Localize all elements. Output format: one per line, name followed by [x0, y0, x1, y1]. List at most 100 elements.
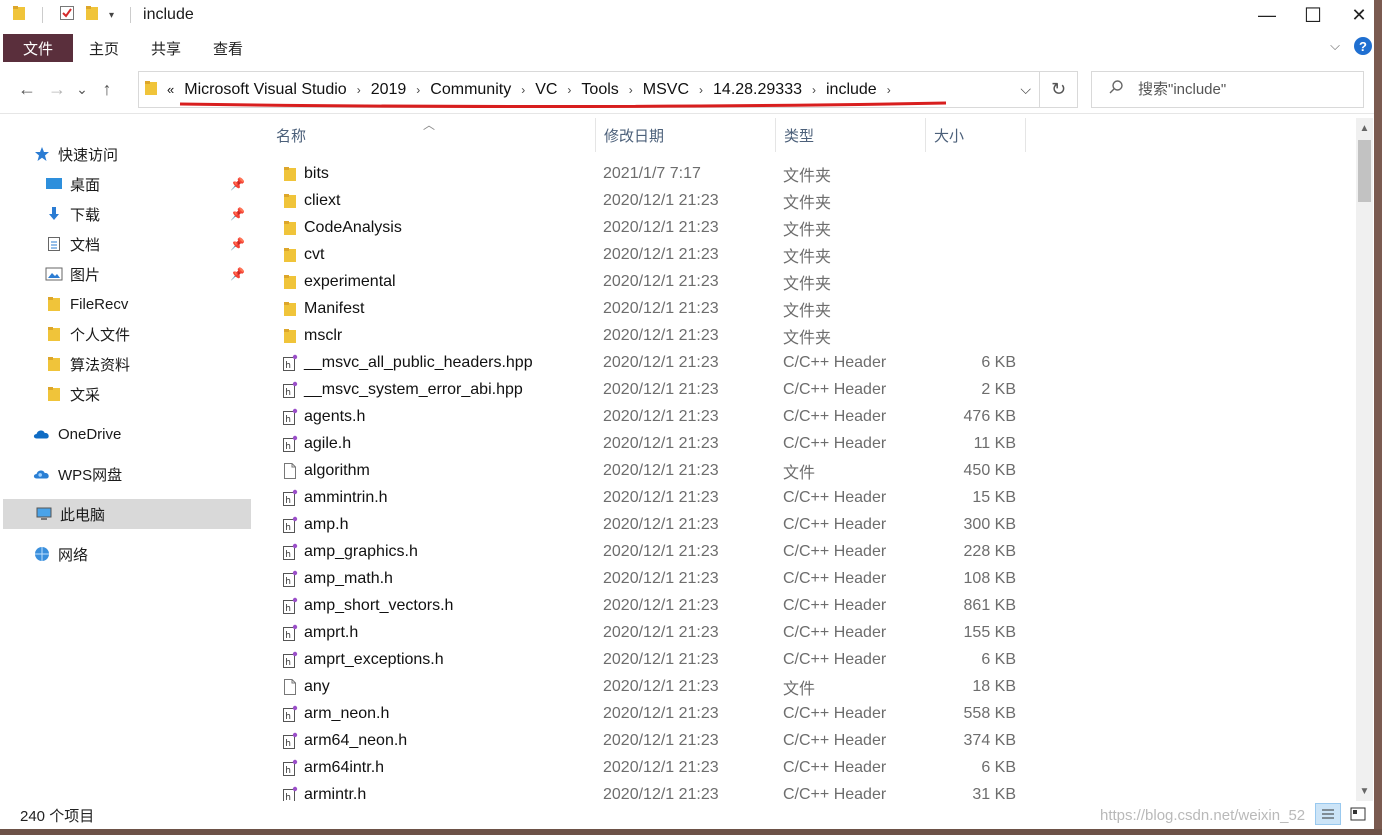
breadcrumb-item[interactable]: 2019: [366, 81, 412, 99]
table-row[interactable]: bits 2021/1/7 7:17 文件夹: [258, 160, 1356, 187]
address-bar[interactable]: « Microsoft Visual Studio › 2019 › Commu…: [138, 71, 1040, 108]
breadcrumb-separator[interactable]: ›: [516, 83, 530, 97]
table-row[interactable]: Manifest 2020/12/1 21:23 文件夹: [258, 295, 1356, 322]
tab-share[interactable]: 共享: [135, 34, 197, 62]
table-row[interactable]: h arm64_neon.h 2020/12/1 21:23 C/C++ Header…: [258, 727, 1356, 754]
header-file-icon: h: [282, 759, 298, 777]
sidebar-item-algorithm-materials[interactable]: 算法资料: [3, 349, 251, 379]
table-row[interactable]: cliext 2020/12/1 21:23 文件夹: [258, 187, 1356, 214]
sidebar-item-network[interactable]: 网络: [3, 539, 251, 569]
sidebar-item-quick-access[interactable]: 快速访问: [3, 139, 251, 169]
minimize-button[interactable]: —: [1244, 0, 1290, 30]
refresh-button[interactable]: ↻: [1040, 71, 1078, 108]
sidebar-item-wps-drive[interactable]: WPS网盘: [3, 459, 251, 489]
sidebar-item-this-pc[interactable]: 此电脑: [3, 499, 251, 529]
table-row[interactable]: msclr 2020/12/1 21:23 文件夹: [258, 322, 1356, 349]
large-icons-view-button[interactable]: [1345, 803, 1371, 825]
table-row[interactable]: cvt 2020/12/1 21:23 文件夹: [258, 241, 1356, 268]
sidebar-item-personal-files[interactable]: 个人文件: [3, 319, 251, 349]
breadcrumb-item[interactable]: Microsoft Visual Studio: [179, 81, 351, 99]
table-row[interactable]: h amp_short_vectors.h 2020/12/1 21:23 C/C++…: [258, 592, 1356, 619]
breadcrumb-separator[interactable]: ›: [882, 83, 896, 97]
large-icons-view-icon: [1350, 807, 1366, 821]
file-icon: [282, 462, 298, 480]
table-row[interactable]: h amp_math.h 2020/12/1 21:23 C/C++ Header 10…: [258, 565, 1356, 592]
column-header-date[interactable]: 修改日期: [596, 118, 776, 152]
tab-home[interactable]: 主页: [73, 34, 135, 62]
breadcrumb-separator[interactable]: ›: [624, 83, 638, 97]
table-row[interactable]: h arm_neon.h 2020/12/1 21:23 C/C++ Header 55…: [258, 700, 1356, 727]
sidebar-item-documents[interactable]: 文档 📌: [3, 229, 251, 259]
scroll-up-icon[interactable]: ▲: [1356, 120, 1373, 136]
search-box[interactable]: [1091, 71, 1364, 108]
breadcrumb-separator[interactable]: ›: [352, 83, 366, 97]
help-icon[interactable]: ?: [1354, 37, 1372, 55]
pin-icon[interactable]: 📌: [230, 177, 245, 191]
breadcrumb-item[interactable]: 14.28.29333: [708, 81, 807, 99]
address-dropdown-icon[interactable]: ⌵: [1020, 81, 1031, 98]
file-type: C/C++ Header: [783, 758, 887, 776]
customize-toolbar-icon[interactable]: ▾: [109, 10, 114, 21]
pin-icon[interactable]: 📌: [230, 237, 245, 251]
breadcrumb-item[interactable]: Tools: [576, 81, 623, 99]
table-row[interactable]: h agents.h 2020/12/1 21:23 C/C++ Header 476 …: [258, 403, 1356, 430]
scroll-thumb[interactable]: [1358, 140, 1371, 202]
table-row[interactable]: h arm64intr.h 2020/12/1 21:23 C/C++ Header 6…: [258, 754, 1356, 781]
column-header-type[interactable]: 类型: [776, 118, 926, 152]
breadcrumb-item[interactable]: MSVC: [638, 81, 694, 99]
file-date: 2020/12/1 21:23: [603, 785, 719, 802]
table-row[interactable]: h armintr.h 2020/12/1 21:23 C/C++ Header 31 …: [258, 781, 1356, 801]
breadcrumb-separator[interactable]: ›: [411, 83, 425, 97]
folder-icon: [45, 356, 63, 372]
table-row[interactable]: any 2020/12/1 21:23 文件 18 KB: [258, 673, 1356, 700]
table-row[interactable]: CodeAnalysis 2020/12/1 21:23 文件夹: [258, 214, 1356, 241]
expand-ribbon-icon[interactable]: ⌵: [1330, 38, 1340, 54]
table-row[interactable]: h __msvc_system_error_abi.hpp 2020/12/1 21…: [258, 376, 1356, 403]
table-row[interactable]: algorithm 2020/12/1 21:23 文件 450 KB: [258, 457, 1356, 484]
breadcrumb-separator[interactable]: ›: [562, 83, 576, 97]
pin-icon[interactable]: 📌: [230, 207, 245, 221]
column-header-name[interactable]: 名称: [268, 118, 596, 152]
breadcrumb-item[interactable]: VC: [530, 81, 562, 99]
table-row[interactable]: h ammintrin.h 2020/12/1 21:23 C/C++ Header 1…: [258, 484, 1356, 511]
maximize-button[interactable]: ☐: [1290, 0, 1336, 30]
sidebar-item-downloads[interactable]: 下载 📌: [3, 199, 251, 229]
tab-view[interactable]: 查看: [197, 34, 259, 62]
search-input[interactable]: [1138, 81, 1338, 98]
table-row[interactable]: h amp_graphics.h 2020/12/1 21:23 C/C++ Head…: [258, 538, 1356, 565]
new-folder-icon[interactable]: [85, 5, 99, 25]
breadcrumb-separator[interactable]: ›: [807, 83, 821, 97]
table-row[interactable]: h amprt.h 2020/12/1 21:23 C/C++ Header 155 K…: [258, 619, 1356, 646]
file-name: __msvc_system_error_abi.hpp: [304, 380, 523, 398]
scroll-down-icon[interactable]: ▼: [1356, 783, 1373, 799]
header-file-icon: h: [282, 651, 298, 669]
breadcrumb-overflow[interactable]: «: [162, 82, 179, 97]
svg-text:h: h: [285, 658, 291, 668]
table-row[interactable]: h amp.h 2020/12/1 21:23 C/C++ Header 300 KB: [258, 511, 1356, 538]
recent-locations-button[interactable]: ⌄: [72, 75, 92, 105]
sidebar-item-desktop[interactable]: 桌面 📌: [3, 169, 251, 199]
sidebar-item-onedrive[interactable]: OneDrive: [3, 419, 251, 449]
sidebar-item-filerecv[interactable]: FileRecv: [3, 289, 251, 319]
sidebar-item-wencai[interactable]: 文采: [3, 379, 251, 409]
vertical-scrollbar[interactable]: ▲ ▼: [1356, 118, 1373, 801]
column-header-size[interactable]: 大小: [926, 118, 1026, 152]
breadcrumb-item[interactable]: include: [821, 81, 882, 99]
file-name: arm64_neon.h: [304, 731, 408, 749]
folder-icon: [282, 165, 298, 183]
forward-button[interactable]: →: [42, 75, 72, 105]
table-row[interactable]: h amprt_exceptions.h 2020/12/1 21:23 C/C++ …: [258, 646, 1356, 673]
pin-icon[interactable]: 📌: [230, 267, 245, 281]
up-button[interactable]: ↑: [92, 75, 122, 105]
table-row[interactable]: h __msvc_all_public_headers.hpp 2020/12/1 …: [258, 349, 1356, 376]
breadcrumb-separator[interactable]: ›: [694, 83, 708, 97]
properties-icon[interactable]: [59, 5, 75, 25]
table-row[interactable]: h agile.h 2020/12/1 21:23 C/C++ Header 11 KB: [258, 430, 1356, 457]
table-row[interactable]: experimental 2020/12/1 21:23 文件夹: [258, 268, 1356, 295]
sidebar-item-pictures[interactable]: 图片 📌: [3, 259, 251, 289]
tab-file[interactable]: 文件: [3, 34, 73, 62]
breadcrumb-item[interactable]: Community: [425, 81, 516, 99]
details-view-button[interactable]: [1315, 803, 1341, 825]
back-button[interactable]: ←: [12, 75, 42, 105]
header-file-icon: h: [282, 597, 298, 615]
